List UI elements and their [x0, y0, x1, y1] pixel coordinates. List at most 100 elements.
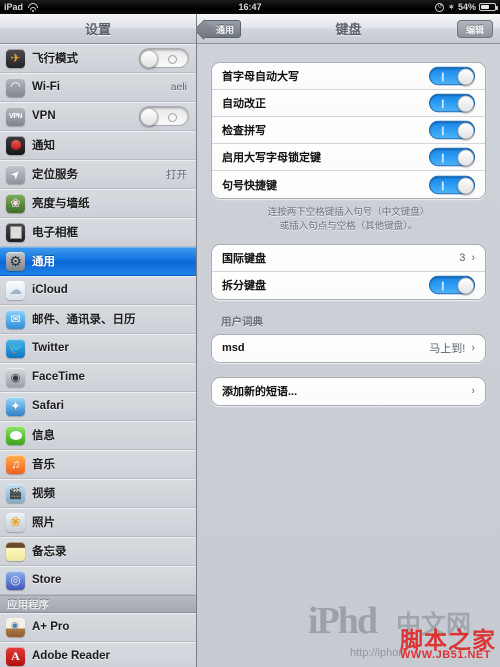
auto-correction-toggle[interactable]: [429, 93, 475, 113]
check-spelling-toggle[interactable]: [429, 120, 475, 140]
row-shortcut-msd[interactable]: msd 马上到! ›: [212, 334, 485, 362]
sidebar-item-label: Adobe Reader: [32, 650, 110, 662]
sidebar-item-notes[interactable]: 备忘录: [0, 537, 196, 566]
row-auto-correction[interactable]: 自动改正: [212, 90, 485, 117]
row-label: 检查拼写: [222, 125, 266, 137]
sidebar-item-wifi[interactable]: Wi-Fi aeli: [0, 73, 196, 102]
sidebar-item-label: iCloud: [32, 284, 68, 296]
sidebar-item-facetime[interactable]: FaceTime: [0, 363, 196, 392]
status-bar-time: 16:47: [238, 2, 262, 12]
brightness-wallpaper-icon: [6, 193, 25, 213]
sidebar-item-label: Twitter: [32, 342, 69, 354]
sidebar-item-video[interactable]: 视频: [0, 479, 196, 508]
sidebar-item-airplane-mode[interactable]: 飞行模式: [0, 44, 196, 73]
row-label: 首字母自动大写: [222, 71, 299, 83]
split-view: 设置 飞行模式 Wi-Fi aeli VPN VPN: [0, 14, 500, 667]
sidebar-item-label: A+ Pro: [32, 621, 70, 633]
period-shortcut-toggle[interactable]: [429, 175, 475, 194]
footnote-line-1: 连按两下空格键插入句号（中文键盘）: [267, 207, 430, 218]
row-period-shortcut[interactable]: 句号快捷键: [212, 171, 485, 198]
row-label: 句号快捷键: [222, 179, 277, 192]
video-icon: [6, 483, 25, 503]
sidebar-item-label: 通知: [32, 140, 55, 152]
page-title: 键盘: [335, 22, 362, 37]
edit-button[interactable]: 编辑: [456, 20, 493, 38]
sidebar-item-notifications[interactable]: 通知: [0, 131, 196, 160]
split-keyboard-toggle[interactable]: [429, 275, 475, 295]
international-keyboards-count: 3: [459, 251, 466, 264]
settings-sidebar: 设置 飞行模式 Wi-Fi aeli VPN VPN: [0, 14, 197, 667]
detail-nav-bar: 通用 键盘 编辑: [197, 14, 500, 44]
row-enable-caps-lock[interactable]: 启用大写字母锁定键: [212, 144, 485, 171]
sidebar-item-general[interactable]: 通用: [0, 247, 196, 276]
row-add-new-shortcut[interactable]: 添加新的短语... ›: [212, 377, 485, 405]
sidebar-list[interactable]: 飞行模式 Wi-Fi aeli VPN VPN 通知: [0, 44, 196, 667]
sidebar-item-label: Store: [32, 574, 62, 586]
sidebar-item-label: 备忘录: [32, 546, 67, 558]
sidebar-item-music[interactable]: 音乐: [0, 450, 196, 479]
sidebar-item-photos[interactable]: 照片: [0, 508, 196, 537]
sidebar-item-a-plus-pro[interactable]: A+ Pro: [0, 613, 196, 642]
sidebar-item-label: 亮度与墙纸: [32, 198, 90, 210]
sidebar-group-header-apps: 应用程序: [0, 595, 196, 613]
sidebar-item-messages[interactable]: 信息: [0, 421, 196, 450]
sidebar-item-label: 通用: [32, 256, 55, 268]
enable-caps-lock-toggle[interactable]: [429, 147, 475, 167]
messages-icon: [6, 425, 25, 445]
sidebar-item-label: 照片: [32, 517, 55, 529]
keyboard-options-group: 首字母自动大写 自动改正 检查拼写 启用大写字母锁定键 句号快捷键: [211, 62, 486, 199]
add-shortcut-group: 添加新的短语... ›: [211, 376, 486, 406]
sidebar-item-vpn[interactable]: VPN VPN: [0, 102, 196, 131]
sidebar-item-mail-contacts-calendars[interactable]: 邮件、通讯录、日历: [0, 305, 196, 334]
icloud-icon: [6, 280, 25, 300]
period-shortcut-footnote: 连按两下空格键插入句号（中文键盘） 或插入句点与空格（其他键盘）。: [211, 199, 486, 244]
sidebar-item-store[interactable]: Store: [0, 566, 196, 595]
chevron-right-icon: ›: [471, 251, 475, 264]
row-label: 添加新的短语...: [222, 386, 298, 399]
sidebar-item-adobe-reader[interactable]: Adobe Reader: [0, 642, 196, 667]
general-settings-icon: [6, 251, 25, 271]
location-services-value: 打开: [166, 168, 187, 181]
back-button-general[interactable]: 通用: [203, 20, 242, 38]
sidebar-item-safari[interactable]: Safari: [0, 392, 196, 421]
wifi-settings-icon: [6, 77, 25, 97]
row-split-keyboard[interactable]: 拆分键盘: [212, 271, 485, 299]
keyboards-group: 国际键盘 3 › 拆分键盘: [211, 243, 486, 300]
sidebar-item-label: 电子相框: [32, 227, 78, 239]
notifications-icon: [6, 135, 25, 155]
sidebar-item-label: 飞行模式: [32, 53, 78, 65]
wifi-network-value: aeli: [170, 81, 187, 93]
sidebar-item-label: Safari: [32, 400, 64, 412]
photos-icon: [6, 512, 25, 532]
music-icon: [6, 454, 25, 474]
row-check-spelling[interactable]: 检查拼写: [212, 117, 485, 144]
sidebar-item-icloud[interactable]: iCloud: [0, 276, 196, 305]
sidebar-title: 设置: [84, 22, 111, 37]
mail-contacts-calendars-icon: [6, 309, 25, 329]
user-dictionary-group: msd 马上到! ›: [211, 333, 486, 363]
footnote-line-2: 或插入句点与空格（其他键盘）。: [279, 220, 418, 232]
sidebar-item-location-services[interactable]: 定位服务 打开: [0, 160, 196, 189]
row-international-keyboards[interactable]: 国际键盘 3 ›: [212, 244, 485, 272]
battery-icon: [479, 3, 498, 11]
sidebar-item-label: Wi-Fi: [32, 81, 60, 93]
row-auto-capitalization[interactable]: 首字母自动大写: [212, 63, 485, 90]
notes-icon: [6, 541, 25, 561]
row-label: 自动改正: [222, 98, 266, 110]
vpn-toggle[interactable]: [139, 106, 189, 126]
sidebar-item-label: 定位服务: [32, 169, 78, 181]
airplane-mode-toggle[interactable]: [139, 48, 189, 68]
sidebar-item-picture-frame[interactable]: 电子相框: [0, 218, 196, 247]
auto-capitalization-toggle[interactable]: [429, 66, 475, 86]
chevron-right-icon: ›: [471, 385, 475, 398]
chevron-right-icon: ›: [471, 342, 475, 355]
sidebar-item-twitter[interactable]: Twitter: [0, 334, 196, 363]
row-label: 拆分键盘: [222, 280, 266, 293]
picture-frame-icon: [6, 222, 25, 242]
sidebar-item-brightness-wallpaper[interactable]: 亮度与墙纸: [0, 189, 196, 218]
sidebar-item-label: 信息: [32, 430, 55, 442]
sidebar-item-label: 邮件、通讯录、日历: [32, 314, 136, 326]
sidebar-item-label: 音乐: [32, 459, 55, 471]
status-bar: iPad 16:47 ↺ ✶ 54%: [0, 0, 500, 14]
